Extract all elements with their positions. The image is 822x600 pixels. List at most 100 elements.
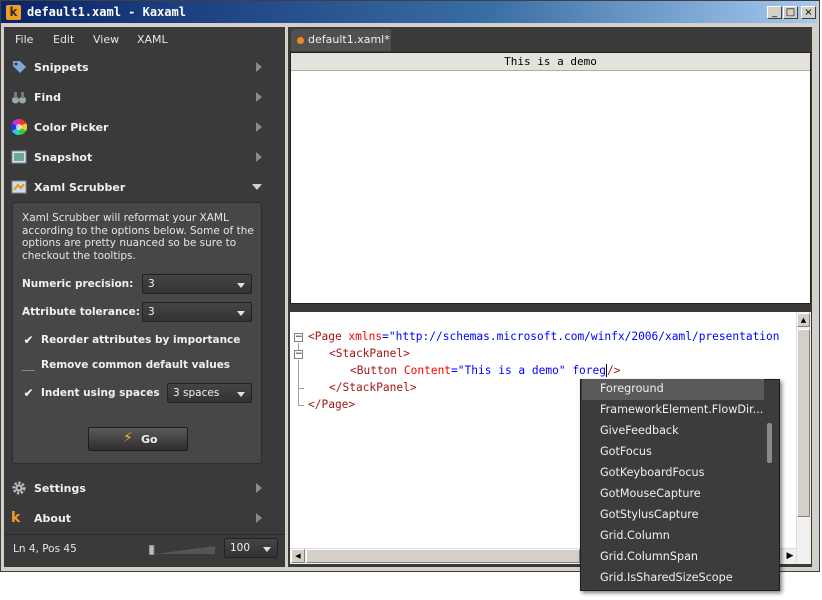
plugin-color-picker[interactable]: Color Picker [6,112,282,142]
completion-label: FrameworkElement.FlowDir... [600,403,764,416]
vertical-scroll-thumb[interactable] [797,329,810,517]
window-title: default1.xaml - Kaxaml [27,5,186,19]
zoom-value: 100 [230,542,251,554]
plugin-xaml-scrubber[interactable]: Xaml Scrubber [6,172,282,202]
zoom-slider[interactable] [149,545,215,555]
plugin-about[interactable]: k About [6,503,282,533]
menu-file[interactable]: File [15,33,33,46]
plugin-label: Snapshot [34,151,93,164]
zoom-select[interactable]: 100 [224,538,278,558]
close-button[interactable]: × [801,6,816,19]
kaxaml-logo-icon: k [6,5,21,20]
scrubber-description: Xaml Scrubber will reformat your XAML ac… [22,212,254,263]
code-token: xmlns [348,330,383,343]
completion-item[interactable]: Grid.IsSharedSizeScope [582,568,764,589]
code-token: Content [403,364,452,377]
chevron-right-icon [256,122,262,132]
picture-icon [11,150,27,164]
menu-xaml[interactable]: XAML [137,33,168,46]
completion-item[interactable]: Foreground [582,379,764,400]
remove-defaults-checkbox[interactable] [22,358,35,371]
fold-toggle-icon[interactable]: − [294,350,303,359]
code-token: /> [607,364,621,377]
binoculars-icon [12,92,26,104]
fold-guide [298,405,304,406]
code-line-1: <Page xmlns="http://schemas.microsoft.co… [308,330,780,343]
color-wheel-icon [11,119,27,135]
menu-view[interactable]: View [93,33,119,46]
attribute-tolerance-select[interactable]: 3 [142,302,252,322]
completion-item[interactable]: GiveFeedback [582,421,764,442]
cursor-position: Ln 4, Pos 45 [13,543,77,555]
indent-checkbox[interactable]: ✔ [22,387,35,400]
completion-item[interactable]: Grid.Column [582,526,764,547]
preview-pane [290,52,811,304]
dropdown-arrow-icon [237,392,245,397]
code-token: "http://schemas.microsoft.com/winfx/2006… [388,330,780,343]
dropdown-arrow-icon [237,283,245,288]
code-line-4: </StackPanel> [329,381,417,394]
plugin-find[interactable]: Find [6,82,282,112]
code-line-3: <Button Content="This is a demo" foreg/> [350,364,620,377]
chevron-right-icon [256,152,262,162]
completion-label: GotKeyboardFocus [600,466,705,479]
dropdown-arrow-icon [237,311,245,316]
scroll-left-arrow-icon[interactable]: ◀ [291,549,305,563]
completion-item[interactable]: GotStylusCapture [582,505,764,526]
completion-label: Grid.ColumnSpan [600,550,699,563]
maximize-button[interactable]: □ [783,6,798,19]
code-line-2: <StackPanel> [329,347,410,360]
scrubber-icon [11,180,27,194]
attribute-tolerance-label: Attribute tolerance: [22,306,140,318]
completion-label: GotStylusCapture [600,508,699,521]
completion-label: GotFocus [600,445,652,458]
plugin-snippets[interactable]: Snippets [6,52,282,82]
reorder-checkbox[interactable]: ✔ [22,334,35,347]
go-button[interactable]: ⚡ Go [88,427,188,451]
horizontal-scroll-thumb[interactable] [306,549,580,563]
tab-default1-xaml[interactable]: default1.xaml* [291,29,391,51]
intellisense-scroll-thumb[interactable] [767,423,772,463]
plugin-label: Color Picker [34,121,109,134]
preview-demo-button[interactable]: This is a demo [291,53,810,71]
chevron-right-icon [256,513,262,523]
completion-label: Foreground [600,382,664,395]
completion-item[interactable]: Grid.ColumnSpan [582,547,764,568]
completion-item[interactable]: GotFocus [582,442,764,463]
plugin-snapshot[interactable]: Snapshot [6,142,282,172]
dropdown-arrow-icon [263,547,271,552]
plugin-label: About [34,512,72,525]
fold-guide [298,360,299,406]
modified-indicator-icon [297,37,304,44]
menu-edit[interactable]: Edit [53,33,74,46]
code-token: <Button [350,364,404,377]
plugin-label: Xaml Scrubber [34,181,126,194]
code-token: = [382,330,389,343]
lightning-icon: ⚡ [123,430,133,446]
kaxaml-logo-icon: k [11,510,21,526]
code-line-5: </Page> [308,398,356,411]
title-bar[interactable]: k default1.xaml - Kaxaml _ □ × [1,1,817,23]
chevron-right-icon [256,62,262,72]
completion-item[interactable]: GotKeyboardFocus [582,463,764,484]
scroll-up-arrow-icon[interactable]: ▲ [797,313,810,327]
indent-select[interactable]: 3 spaces [167,383,252,403]
chevron-down-icon [252,184,262,190]
plugin-settings[interactable]: Settings [6,473,282,503]
plugin-label: Find [34,91,61,104]
completion-label: GotMouseCapture [600,487,701,500]
completion-label: Grid.IsSharedSizeScope [600,571,733,584]
fold-toggle-icon[interactable]: − [294,333,303,342]
fold-guide [298,388,304,389]
completion-label: Grid.Column [600,529,670,542]
scroll-right-arrow-icon[interactable]: ▶ [784,549,796,563]
reorder-label: Reorder attributes by importance [41,334,241,346]
completion-item[interactable]: GotMouseCapture [582,484,764,505]
numeric-precision-value: 3 [148,278,155,290]
minimize-button[interactable]: _ [767,6,782,19]
numeric-precision-select[interactable]: 3 [142,274,252,294]
code-token: = [451,364,458,377]
gear-icon [12,481,26,495]
code-token: <Page [308,330,349,343]
completion-item[interactable]: FrameworkElement.FlowDir... [582,400,764,421]
